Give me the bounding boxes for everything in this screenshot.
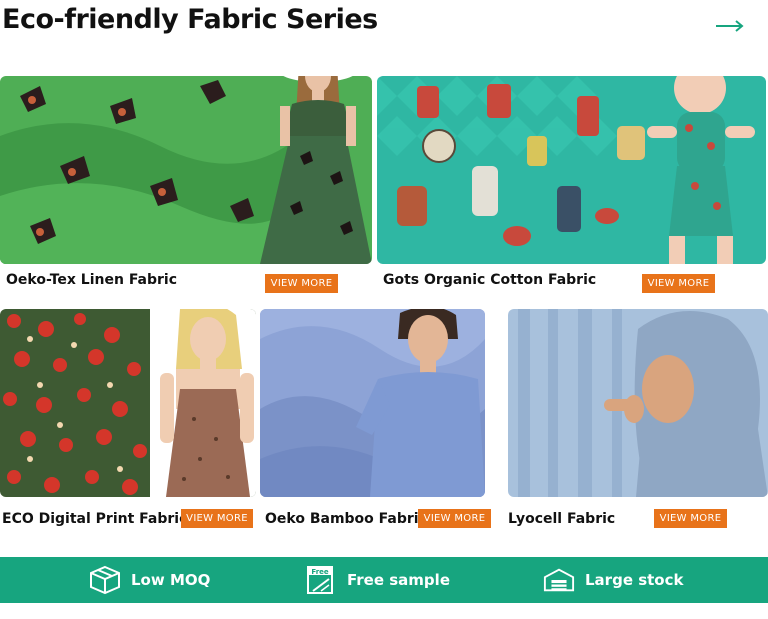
product-label: Oeko Bamboo Fabric <box>265 511 427 527</box>
page-title: Eco-friendly Fabric Series <box>2 4 378 35</box>
product-image[interactable] <box>0 309 256 497</box>
view-more-button[interactable]: VIEW MORE <box>181 509 253 528</box>
view-more-button[interactable]: VIEW MORE <box>654 509 727 528</box>
feature-label: Free sample <box>347 571 450 589</box>
product-card-digital-print[interactable]: ECO Digital Print Fabric VIEW MORE <box>0 309 256 531</box>
feature-large-stock: Large stock <box>543 557 683 603</box>
feature-free-sample: Free Free sample <box>305 557 450 603</box>
product-label: Lyocell Fabric <box>508 511 616 527</box>
svg-text:Free: Free <box>311 568 329 576</box>
feature-label: Low MOQ <box>131 571 211 589</box>
product-card-organic-cotton[interactable]: Gots Organic Cotton Fabric VIEW MORE <box>377 76 766 298</box>
box-icon <box>89 565 121 595</box>
free-sample-icon: Free <box>305 565 337 595</box>
view-more-button[interactable]: VIEW MORE <box>265 274 338 293</box>
product-card-bamboo[interactable]: Oeko Bamboo Fabric VIEW MORE <box>260 309 496 531</box>
feature-low-moq: Low MOQ <box>89 557 210 603</box>
features-bar: Low MOQ Free Free sample Large stock <box>0 557 768 603</box>
product-image[interactable] <box>0 76 372 264</box>
product-image[interactable] <box>508 309 768 497</box>
product-card-lyocell[interactable]: Lyocell Fabric VIEW MORE <box>508 309 768 531</box>
product-image[interactable] <box>377 76 766 264</box>
view-more-button[interactable]: VIEW MORE <box>418 509 491 528</box>
product-label: ECO Digital Print Fabric <box>2 511 188 527</box>
view-more-button[interactable]: VIEW MORE <box>642 274 715 293</box>
feature-label: Large stock <box>585 571 684 589</box>
product-image[interactable] <box>260 309 485 497</box>
section-header: Eco-friendly Fabric Series <box>0 0 768 56</box>
product-label: Oeko-Tex Linen Fabric <box>6 272 178 288</box>
product-card-linen[interactable]: Oeko-Tex Linen Fabric VIEW MORE <box>0 76 372 298</box>
arrow-right-icon[interactable] <box>714 14 746 38</box>
warehouse-icon <box>543 565 575 595</box>
product-label: Gots Organic Cotton Fabric <box>383 272 597 288</box>
